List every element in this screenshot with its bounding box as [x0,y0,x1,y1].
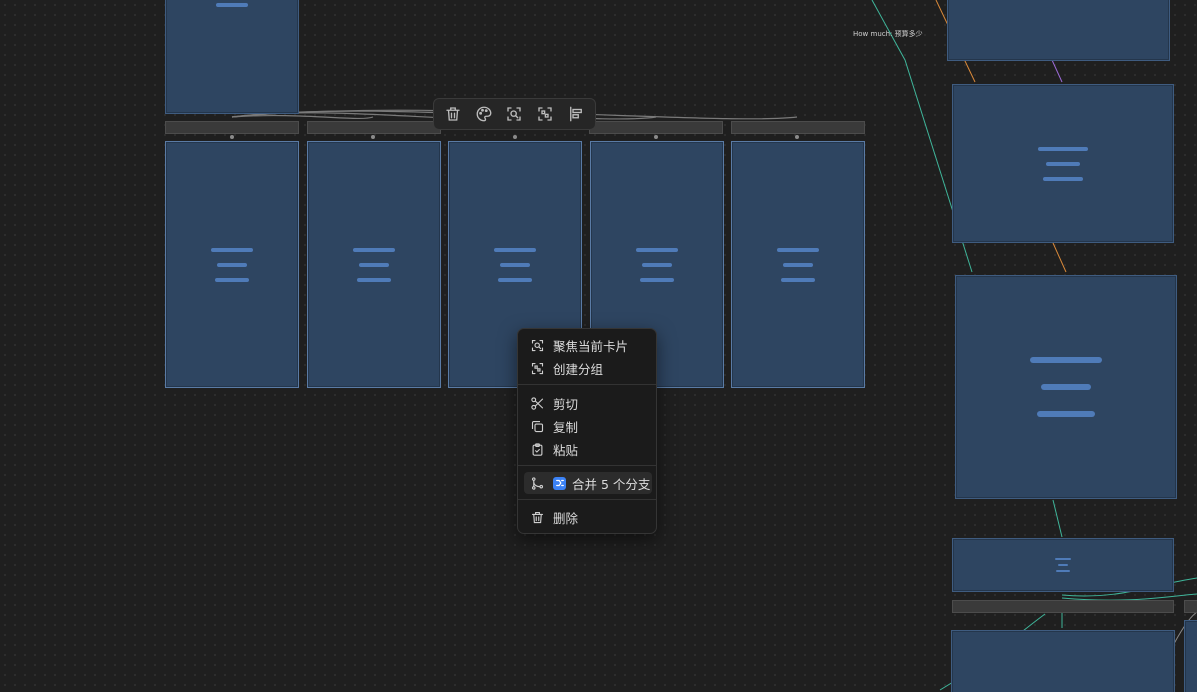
connection-port[interactable] [513,135,517,139]
scissors-icon [529,395,545,411]
align-icon[interactable] [563,101,589,127]
node-card[interactable] [165,0,299,114]
git-branch-icon [529,475,545,491]
selection-toolbar [433,98,596,130]
node-card[interactable] [307,141,441,388]
focus-icon [529,337,545,353]
menu-separator [518,499,656,500]
node-header-bar[interactable] [307,121,441,134]
menu-item-create-group[interactable]: 创建分组 [524,357,652,379]
node-header-bar[interactable] [952,600,1174,613]
node-header-bar[interactable] [731,121,865,134]
node-card[interactable] [955,275,1177,499]
group-icon[interactable] [532,101,558,127]
node-card[interactable] [951,630,1175,692]
infinite-canvas[interactable]: How much: 预算多少 聚焦当前卡片 创建分组 剪切 复制 粘贴 合并 5… [0,0,1197,692]
node-card[interactable] [731,141,865,388]
menu-item-merge-branches[interactable]: 合并 5 个分支 [524,472,652,494]
node-header-bar[interactable] [1184,600,1197,613]
node-header-bar[interactable] [589,121,723,134]
menu-item-focus-card[interactable]: 聚焦当前卡片 [524,334,652,356]
menu-separator [518,384,656,385]
focus-icon[interactable] [501,101,527,127]
menu-item-copy[interactable]: 复制 [524,415,652,437]
node-card[interactable] [952,538,1174,592]
menu-item-label: 聚焦当前卡片 [553,338,629,354]
trash-icon[interactable] [440,101,466,127]
node-card[interactable] [952,84,1174,243]
menu-item-paste[interactable]: 粘贴 [524,438,652,460]
menu-separator [518,465,656,466]
connection-port[interactable] [371,135,375,139]
edge-label: How much: 预算多少 [853,30,923,38]
menu-item-label: 合并 5 个分支 [572,476,651,492]
clipboard-icon [529,441,545,457]
node-card[interactable] [165,141,299,388]
context-menu: 聚焦当前卡片 创建分组 剪切 复制 粘贴 合并 5 个分支 删除 [517,328,657,534]
merge-icon [553,476,566,490]
menu-item-cut[interactable]: 剪切 [524,392,652,414]
menu-item-label: 删除 [553,510,579,526]
menu-item-label: 剪切 [553,396,579,412]
menu-item-label: 粘贴 [553,442,579,458]
connection-port[interactable] [230,135,234,139]
trash-icon [529,509,545,525]
node-header-bar[interactable] [165,121,299,134]
connection-port[interactable] [795,135,799,139]
menu-item-label: 创建分组 [553,361,604,377]
menu-item-label: 复制 [553,419,579,435]
connection-port[interactable] [654,135,658,139]
group-icon [529,360,545,376]
palette-icon[interactable] [471,101,497,127]
copy-icon [529,418,545,434]
node-card[interactable] [1184,620,1197,692]
node-card[interactable] [947,0,1170,61]
menu-item-delete[interactable]: 删除 [524,506,652,528]
